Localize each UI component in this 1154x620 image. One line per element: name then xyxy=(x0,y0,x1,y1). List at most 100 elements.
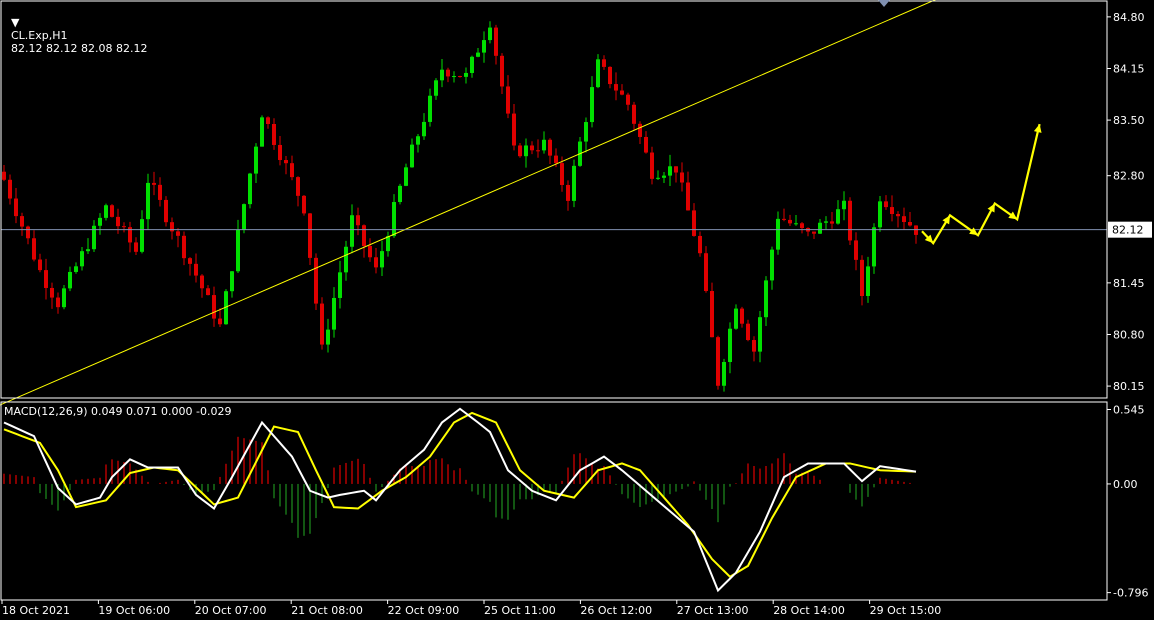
macd-main-line xyxy=(3,407,917,593)
candle-body xyxy=(74,266,78,272)
candle-body xyxy=(602,59,606,67)
candle-body xyxy=(152,182,156,185)
candle-body xyxy=(218,318,222,325)
candle-body xyxy=(236,229,240,272)
candle-body xyxy=(356,215,360,226)
current-price-tag-text: 82.12 xyxy=(1112,224,1144,237)
candle-body xyxy=(134,242,138,252)
candle-body xyxy=(158,184,162,200)
candle-body xyxy=(266,117,270,124)
candle-body xyxy=(770,249,774,281)
candle-body xyxy=(446,69,450,77)
candle-body xyxy=(242,204,246,230)
candle-body xyxy=(482,40,486,53)
candle-body xyxy=(794,223,798,225)
candle-body xyxy=(752,340,756,352)
candle-body xyxy=(86,249,90,252)
candle-body xyxy=(530,145,534,151)
time-tick-label: 19 Oct 06:00 xyxy=(98,604,170,617)
price-tick-label: 84.80 xyxy=(1113,11,1145,24)
candle-body xyxy=(344,246,348,273)
candle-body xyxy=(902,216,906,223)
candle-body xyxy=(800,223,804,229)
price-pane-border xyxy=(0,0,1108,399)
candle-body xyxy=(386,236,390,252)
candle-body xyxy=(572,165,576,201)
candle-body xyxy=(296,177,300,196)
candle-body xyxy=(428,95,432,122)
candle-body xyxy=(476,52,480,57)
candle-body xyxy=(746,323,750,341)
forecast-arrowhead xyxy=(1008,211,1018,220)
candle-body xyxy=(272,123,276,145)
candle-body xyxy=(290,163,294,178)
candle-body xyxy=(686,182,690,211)
candle-body xyxy=(380,251,384,268)
macd-pane-border xyxy=(0,401,1108,601)
candle-body xyxy=(890,207,894,215)
candle-body xyxy=(464,72,468,77)
candle-body xyxy=(812,231,816,234)
candle-body xyxy=(656,177,660,179)
candle-body xyxy=(896,214,900,217)
candle-body xyxy=(278,144,282,161)
trendline xyxy=(0,0,936,406)
candle-body xyxy=(872,227,876,267)
candle-body xyxy=(644,136,648,153)
time-tick-label: 20 Oct 07:00 xyxy=(195,604,267,617)
candle-body xyxy=(32,238,36,260)
candle-body xyxy=(740,308,744,324)
macd-tick-label: 0.545 xyxy=(1113,404,1145,417)
candle-body xyxy=(230,271,234,292)
candle-body xyxy=(140,219,144,252)
candle-body xyxy=(776,218,780,250)
candle-body xyxy=(590,87,594,123)
candle-body xyxy=(410,144,414,168)
candle-body xyxy=(248,173,252,205)
candle-body xyxy=(548,139,552,156)
axes: 84.80 84.15 83.50 82.80 81.45 80.80 80.15 18 Oc… xyxy=(0,0,1152,617)
candle-body xyxy=(206,288,210,296)
candle-body xyxy=(188,258,192,264)
candle-body xyxy=(284,160,288,164)
candle-body xyxy=(56,297,60,308)
candle-body xyxy=(866,266,870,297)
candle-body xyxy=(374,257,378,268)
candle-body xyxy=(848,200,852,241)
candle-body xyxy=(116,216,120,227)
candle-body xyxy=(422,121,426,137)
candle-body xyxy=(62,288,66,308)
candle-body xyxy=(110,205,114,217)
price-tick-label: 84.15 xyxy=(1113,62,1145,75)
shift-marker-icon xyxy=(878,0,890,7)
candle-body xyxy=(914,225,918,235)
candle-body xyxy=(146,182,150,220)
price-tick-label: 80.15 xyxy=(1113,380,1145,393)
time-tick-label: 21 Oct 08:00 xyxy=(291,604,363,617)
time-tick-label: 25 Oct 11:00 xyxy=(484,604,556,617)
candle-body xyxy=(104,205,108,218)
candle-body xyxy=(512,113,516,146)
candle-body xyxy=(98,217,102,226)
candle-body xyxy=(50,287,54,298)
candle-body xyxy=(542,139,546,151)
time-tick-label: 26 Oct 12:00 xyxy=(580,604,652,617)
chart-canvas[interactable]: 84.80 84.15 83.50 82.80 81.45 80.80 80.15 18 Oc… xyxy=(0,0,1154,620)
candle-body xyxy=(80,251,84,267)
candle-body xyxy=(692,210,696,236)
candle-body xyxy=(836,209,840,224)
candle-body xyxy=(638,123,642,137)
candle-body xyxy=(212,295,216,319)
time-tick-label: 28 Oct 14:00 xyxy=(773,604,845,617)
candle-body xyxy=(614,84,618,91)
candle-body xyxy=(854,240,858,260)
candle-body xyxy=(8,179,12,199)
candle-body xyxy=(338,272,342,298)
candle-body xyxy=(908,222,912,226)
candle-body xyxy=(488,27,492,41)
candle-body xyxy=(722,361,726,386)
candle-body xyxy=(632,104,636,124)
forecast-path xyxy=(921,123,1041,245)
candle-body xyxy=(368,246,372,258)
candle-body xyxy=(878,201,882,228)
